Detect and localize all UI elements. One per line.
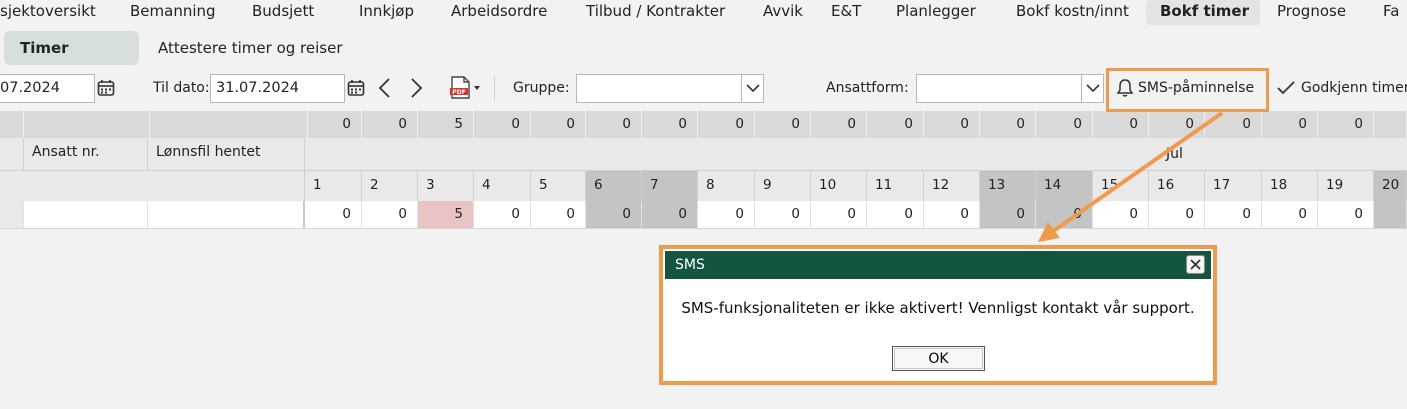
dialog-message: SMS-funksjonaliteten er ikke aktivert! V…: [681, 299, 1195, 317]
ok-button[interactable]: OK: [892, 346, 985, 371]
close-button[interactable]: [1186, 255, 1205, 274]
close-icon: [1190, 259, 1201, 270]
sms-dialog: SMS SMS-funksjonaliteten er ikke aktiver…: [659, 245, 1217, 385]
dialog-title: SMS: [675, 257, 705, 273]
